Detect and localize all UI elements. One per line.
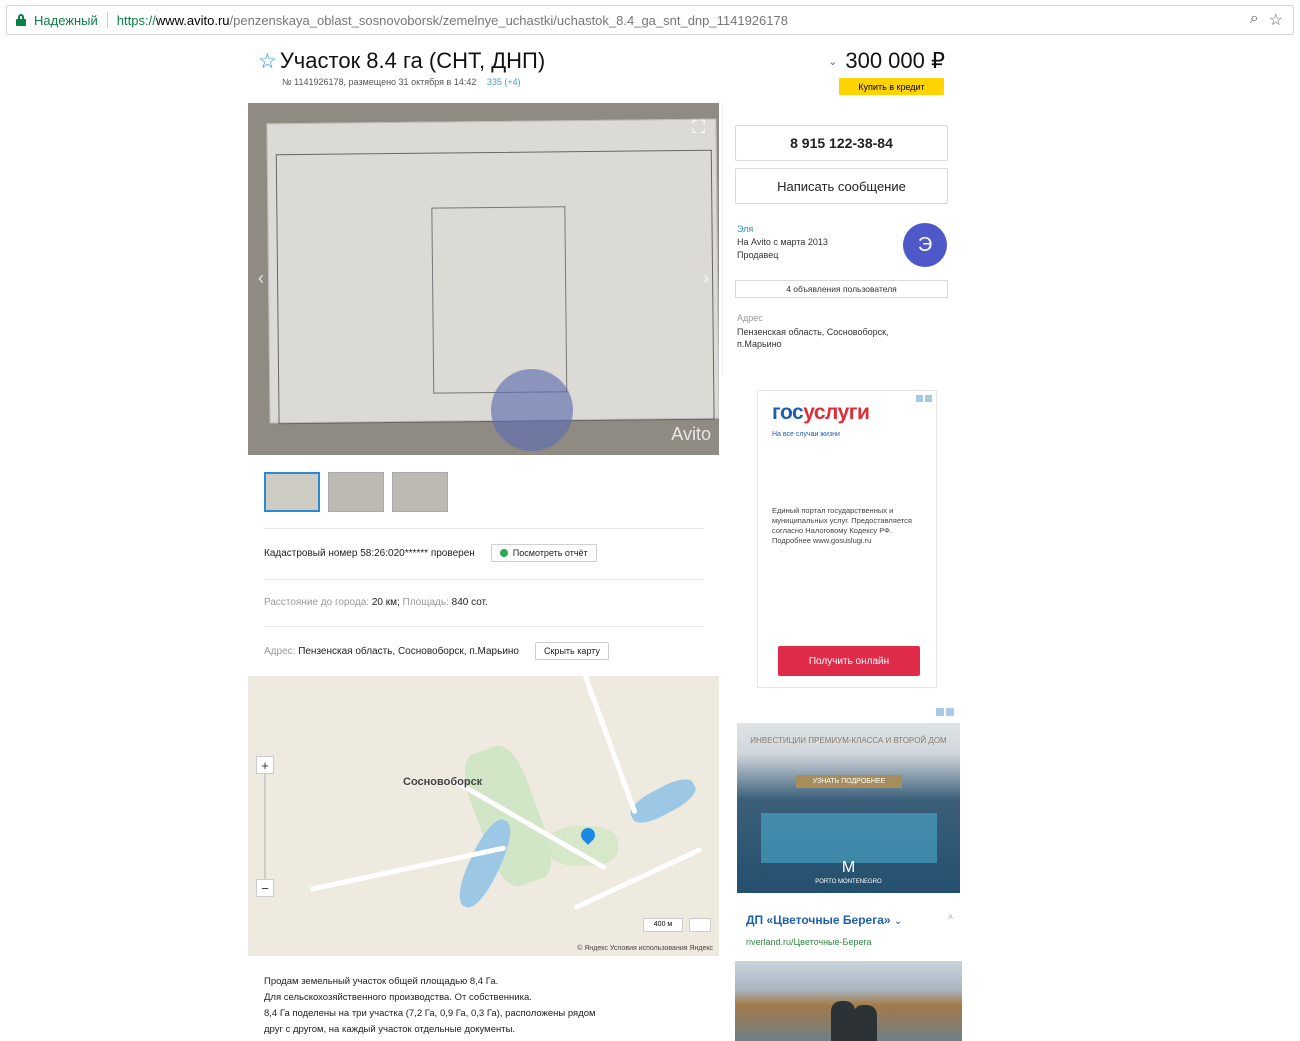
price: 300 000 ₽ xyxy=(845,48,945,73)
map-layers-button[interactable] xyxy=(689,918,711,932)
ad-badge-icon[interactable] xyxy=(916,395,932,402)
seller-address: Пензенская область, Сосновоборск, п.Марь… xyxy=(737,327,889,349)
chevron-down-icon: ⌄ xyxy=(893,916,903,927)
ad-close-icon[interactable]: ˄ xyxy=(948,912,953,922)
ad-badge-icon[interactable] xyxy=(936,708,954,716)
seller-name[interactable]: Эля xyxy=(737,223,828,236)
map-scale: 400 м xyxy=(643,918,683,932)
listing-title: Участок 8.4 га (СНТ, ДНП) xyxy=(279,48,546,73)
user-ads-button[interactable]: 4 объявления пользователя xyxy=(735,280,948,298)
seller-info: Эля На Avito с марта 2013 Продавец xyxy=(737,223,828,260)
hide-map-button[interactable]: Скрыть карту xyxy=(535,642,609,660)
chevron-down-icon[interactable]: ⌄ xyxy=(828,55,837,68)
zoom-in-button[interactable]: + xyxy=(256,756,274,774)
zoom-icon[interactable]: ⌕ xyxy=(1250,10,1259,30)
phone-button[interactable]: 8 915 122-38-84 xyxy=(735,125,948,161)
zoom-slider[interactable] xyxy=(264,774,266,879)
thumbnail[interactable] xyxy=(264,472,320,512)
views-count: 335 (+4) xyxy=(486,77,521,87)
seller-card: 8 915 122-38-84 Написать сообщение Эля Н… xyxy=(722,103,962,375)
get-online-button[interactable]: Получить онлайн xyxy=(778,646,920,676)
thumbnail[interactable] xyxy=(328,472,384,512)
dp-ad-source[interactable]: riverland.ru/Цветочные-Берега xyxy=(746,937,872,947)
gosuslugi-ad[interactable]: госуслуги На все случаи жизни Единый пор… xyxy=(757,390,937,688)
seller-address-label: Адрес xyxy=(737,313,763,323)
map[interactable]: Сосновоборск + − 400 м © Яндекс Условия … xyxy=(248,676,719,956)
map-footer[interactable]: © Яндекс Условия использования Яндекс xyxy=(577,945,713,952)
realty-ad[interactable]: ИНВЕСТИЦИИ ПРЕМИУМ-КЛАССА И ВТОРОЙ ДОМ У… xyxy=(737,723,960,893)
zoom-out-button[interactable]: − xyxy=(256,879,274,897)
stamp-mark xyxy=(491,369,573,451)
divider xyxy=(106,12,108,28)
avatar[interactable]: Э xyxy=(903,223,947,267)
lake xyxy=(625,773,701,829)
favorite-star-icon[interactable]: ☆ xyxy=(258,49,277,74)
dp-ad-image[interactable] xyxy=(735,961,962,1041)
address-row: Адрес: Пензенская область, Сосновоборск,… xyxy=(264,642,609,660)
gosuslugi-logo: госуслуги xyxy=(772,401,870,424)
cadastral-row: Кадастровый номер 58:26:020****** провер… xyxy=(264,544,597,562)
dp-ad-title[interactable]: ДП «Цветочные Берега» ⌄ xyxy=(746,913,902,927)
photo-thumbnails xyxy=(264,472,448,512)
description: Продам земельный участок общей площадью … xyxy=(264,976,596,1035)
listing-meta: № 1141926178, размещено 31 октября в 14:… xyxy=(282,77,521,87)
message-button[interactable]: Написать сообщение xyxy=(735,168,948,204)
avito-watermark: Avito xyxy=(671,424,711,444)
url-text[interactable]: https://www.avito.ru/penzenskaya_oblast_… xyxy=(117,13,788,28)
divider xyxy=(264,528,704,529)
zoom-control: + − xyxy=(256,756,274,901)
params-row: Расстояние до города: 20 км; Площадь: 84… xyxy=(264,597,488,608)
bookmark-star-icon[interactable]: ☆ xyxy=(1269,10,1283,30)
view-report-button[interactable]: Посмотреть отчёт xyxy=(490,544,597,562)
prev-photo-icon[interactable]: ‹ xyxy=(258,268,264,289)
credit-button[interactable]: Купить в кредит xyxy=(839,78,944,95)
thumbnail[interactable] xyxy=(392,472,448,512)
ad-headline: ИНВЕСТИЦИИ ПРЕМИУМ-КЛАССА И ВТОРОЙ ДОМ xyxy=(750,736,947,745)
ad-text: Единый портал государственных и муниципа… xyxy=(772,506,912,545)
secure-label: Надежный xyxy=(34,12,98,28)
main-photo[interactable]: ‹ › ⛶ Avito xyxy=(248,103,719,455)
realty-logo: M xyxy=(841,859,856,876)
fullscreen-icon[interactable]: ⛶ xyxy=(692,117,705,138)
next-photo-icon[interactable]: › xyxy=(703,268,709,289)
address-bar[interactable]: Надежный https://www.avito.ru/penzenskay… xyxy=(6,5,1294,35)
document-photo xyxy=(266,118,719,425)
lock-icon xyxy=(16,14,26,26)
realty-logo-text: PORTO MONTENEGRO xyxy=(815,879,882,885)
divider xyxy=(264,626,704,627)
check-icon xyxy=(499,549,508,557)
learn-more-button[interactable]: УЗНАТЬ ПОДРОБНЕЕ xyxy=(796,775,902,788)
town-label: Сосновоборск xyxy=(403,776,483,788)
divider xyxy=(264,579,704,580)
ad-subtitle: На все случаи жизни xyxy=(772,431,840,438)
